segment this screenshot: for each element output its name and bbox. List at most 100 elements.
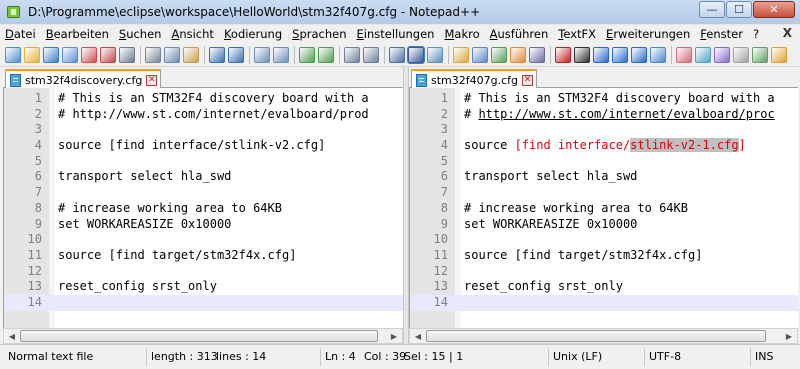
find-icon[interactable] [254, 46, 270, 63]
code-line[interactable]: 12 [410, 264, 798, 280]
code-line[interactable]: 4 source [find interface/stlink-v2.cfg] [4, 138, 403, 154]
redo-icon[interactable] [228, 46, 244, 63]
horizontal-scrollbar-right[interactable]: ◀ ▶ [409, 328, 798, 344]
code-line[interactable]: 10 [410, 232, 798, 248]
compare-icon[interactable] [453, 46, 469, 63]
status-insert-mode[interactable]: INS [750, 348, 796, 366]
plugin3-icon[interactable] [714, 46, 730, 63]
close-all-icon[interactable] [100, 46, 116, 63]
menu-einstellungen[interactable]: Einstellungen [352, 27, 440, 41]
print-icon[interactable] [119, 46, 135, 63]
code-line[interactable]: 1 # This is an STM32F4 discovery board wi… [4, 91, 403, 107]
tab-stm32f407g[interactable]: stm32f407g.cfg ✕ [411, 69, 538, 89]
code-line[interactable]: 13 reset_config srst_only [410, 279, 798, 295]
stop-macro-icon[interactable] [574, 46, 590, 63]
code-line[interactable]: 10 [4, 232, 403, 248]
menu-ansicht[interactable]: Ansicht [166, 27, 218, 41]
code-line[interactable]: 6 transport select hla_swd [410, 169, 798, 185]
zoom-out-icon[interactable] [318, 46, 334, 63]
close-button[interactable]: ✕ [753, 1, 795, 18]
open-file-icon[interactable] [24, 46, 40, 63]
doc-map-icon[interactable] [472, 46, 488, 63]
scroll-right-arrow-icon[interactable]: ▶ [386, 329, 402, 343]
save-icon[interactable] [43, 46, 59, 63]
code-line[interactable]: 9 set WORKAREASIZE 0x10000 [410, 217, 798, 233]
scroll-left-arrow-icon[interactable]: ◀ [410, 329, 426, 343]
status-encoding[interactable]: UTF-8 [644, 348, 748, 366]
maximize-button[interactable]: ☐ [726, 1, 752, 18]
paste-icon[interactable] [183, 46, 199, 63]
scroll-left-arrow-icon[interactable]: ◀ [4, 329, 20, 343]
code-line[interactable]: 3 [4, 122, 403, 138]
play-macro-icon[interactable] [593, 46, 609, 63]
menu-kodierung[interactable]: Kodierung [219, 27, 287, 41]
menu-bearbeiten[interactable]: Bearbeiten [41, 27, 114, 41]
code-line[interactable]: 7 [4, 185, 403, 201]
record-macro-icon[interactable] [555, 46, 571, 63]
copy-icon[interactable] [164, 46, 180, 63]
code-line[interactable]: 7 [410, 185, 798, 201]
menu-help[interactable]: ? [748, 27, 764, 41]
wrap-icon[interactable] [389, 46, 405, 63]
code-line[interactable]: 4 source [find interface/stlink-v2-1.cfg] [410, 138, 798, 154]
menu-suchen[interactable]: Suchen [114, 27, 167, 41]
code-line[interactable]: 3 [410, 122, 798, 138]
status-eol[interactable]: Unix (LF) [548, 348, 642, 366]
tab-close-icon[interactable]: ✕ [522, 74, 534, 86]
code-line[interactable]: 8 # increase working area to 64KB [4, 201, 403, 217]
code-line[interactable]: 6 transport select hla_swd [4, 169, 403, 185]
scroll-thumb[interactable] [426, 330, 766, 342]
code-line[interactable]: 1 # This is an STM32F4 discovery board wi… [410, 91, 798, 107]
replace-icon[interactable] [273, 46, 289, 63]
tab-close-icon[interactable]: ✕ [146, 74, 158, 86]
code-line[interactable]: 12 [4, 264, 403, 280]
run-macro-icon[interactable] [612, 46, 628, 63]
plugin4-icon[interactable] [733, 46, 749, 63]
plugin1-icon[interactable] [676, 46, 692, 63]
save-all-icon[interactable] [62, 46, 78, 63]
menu-makro[interactable]: Makro [439, 27, 484, 41]
monitor-icon[interactable] [529, 46, 545, 63]
menu-erweiterungen[interactable]: Erweiterungen [601, 27, 695, 41]
close-document-button[interactable]: X [783, 26, 792, 40]
code-line[interactable]: 14 [410, 294, 798, 311]
menu-fenster[interactable]: Fenster [695, 27, 748, 41]
code-line[interactable]: 5 [4, 154, 403, 170]
sync-h-icon[interactable] [363, 46, 379, 63]
code-line[interactable]: 9 set WORKAREASIZE 0x10000 [4, 217, 403, 233]
code-editor-left[interactable]: 1 # This is an STM32F4 discovery board wi… [3, 88, 403, 328]
code-line[interactable]: 5 [410, 154, 798, 170]
menu-datei[interactable]: Datei [0, 27, 41, 41]
menu-sprachen[interactable]: Sprachen [287, 27, 351, 41]
code-line[interactable]: 11 source [find target/stm32f4x.cfg] [4, 248, 403, 264]
close-icon[interactable] [81, 46, 97, 63]
lang-icon[interactable] [491, 46, 507, 63]
spellcheck-icon[interactable] [650, 46, 666, 63]
cut-icon[interactable] [145, 46, 161, 63]
all-chars-icon[interactable] [407, 45, 425, 64]
plugin5-icon[interactable] [752, 46, 768, 63]
menu-textfx[interactable]: TextFX [553, 27, 601, 41]
code-line[interactable]: 8 # increase working area to 64KB [410, 201, 798, 217]
sync-v-icon[interactable] [344, 46, 360, 63]
horizontal-scrollbar-left[interactable]: ◀ ▶ [3, 328, 403, 344]
zoom-in-icon[interactable] [299, 46, 315, 63]
undo-icon[interactable] [209, 46, 225, 63]
code-line[interactable]: 14 [4, 294, 403, 311]
code-line[interactable]: 11 source [find target/stm32f4x.cfg] [410, 248, 798, 264]
code-line[interactable]: 13 reset_config srst_only [4, 279, 403, 295]
save-macro-icon[interactable] [631, 46, 647, 63]
plugin2-icon[interactable] [695, 46, 711, 63]
function-list-icon[interactable] [510, 46, 526, 63]
plugin6-icon[interactable] [771, 46, 787, 63]
indent-guide-icon[interactable] [427, 46, 443, 63]
code-line[interactable]: 2 # http://www.st.com/internet/evalboard/… [410, 107, 798, 123]
scroll-right-arrow-icon[interactable]: ▶ [781, 329, 797, 343]
code-line[interactable]: 2 # http://www.st.com/internet/evalboard/… [4, 107, 403, 123]
menu-ausfuehren[interactable]: Ausführen [485, 27, 554, 41]
code-editor-right[interactable]: 1 # This is an STM32F4 discovery board wi… [409, 88, 798, 328]
new-file-icon[interactable] [5, 46, 21, 63]
scroll-thumb[interactable] [20, 330, 378, 342]
minimize-button[interactable]: — [699, 1, 725, 18]
tab-stm32f4discovery[interactable]: stm32f4discovery.cfg ✕ [5, 69, 162, 89]
